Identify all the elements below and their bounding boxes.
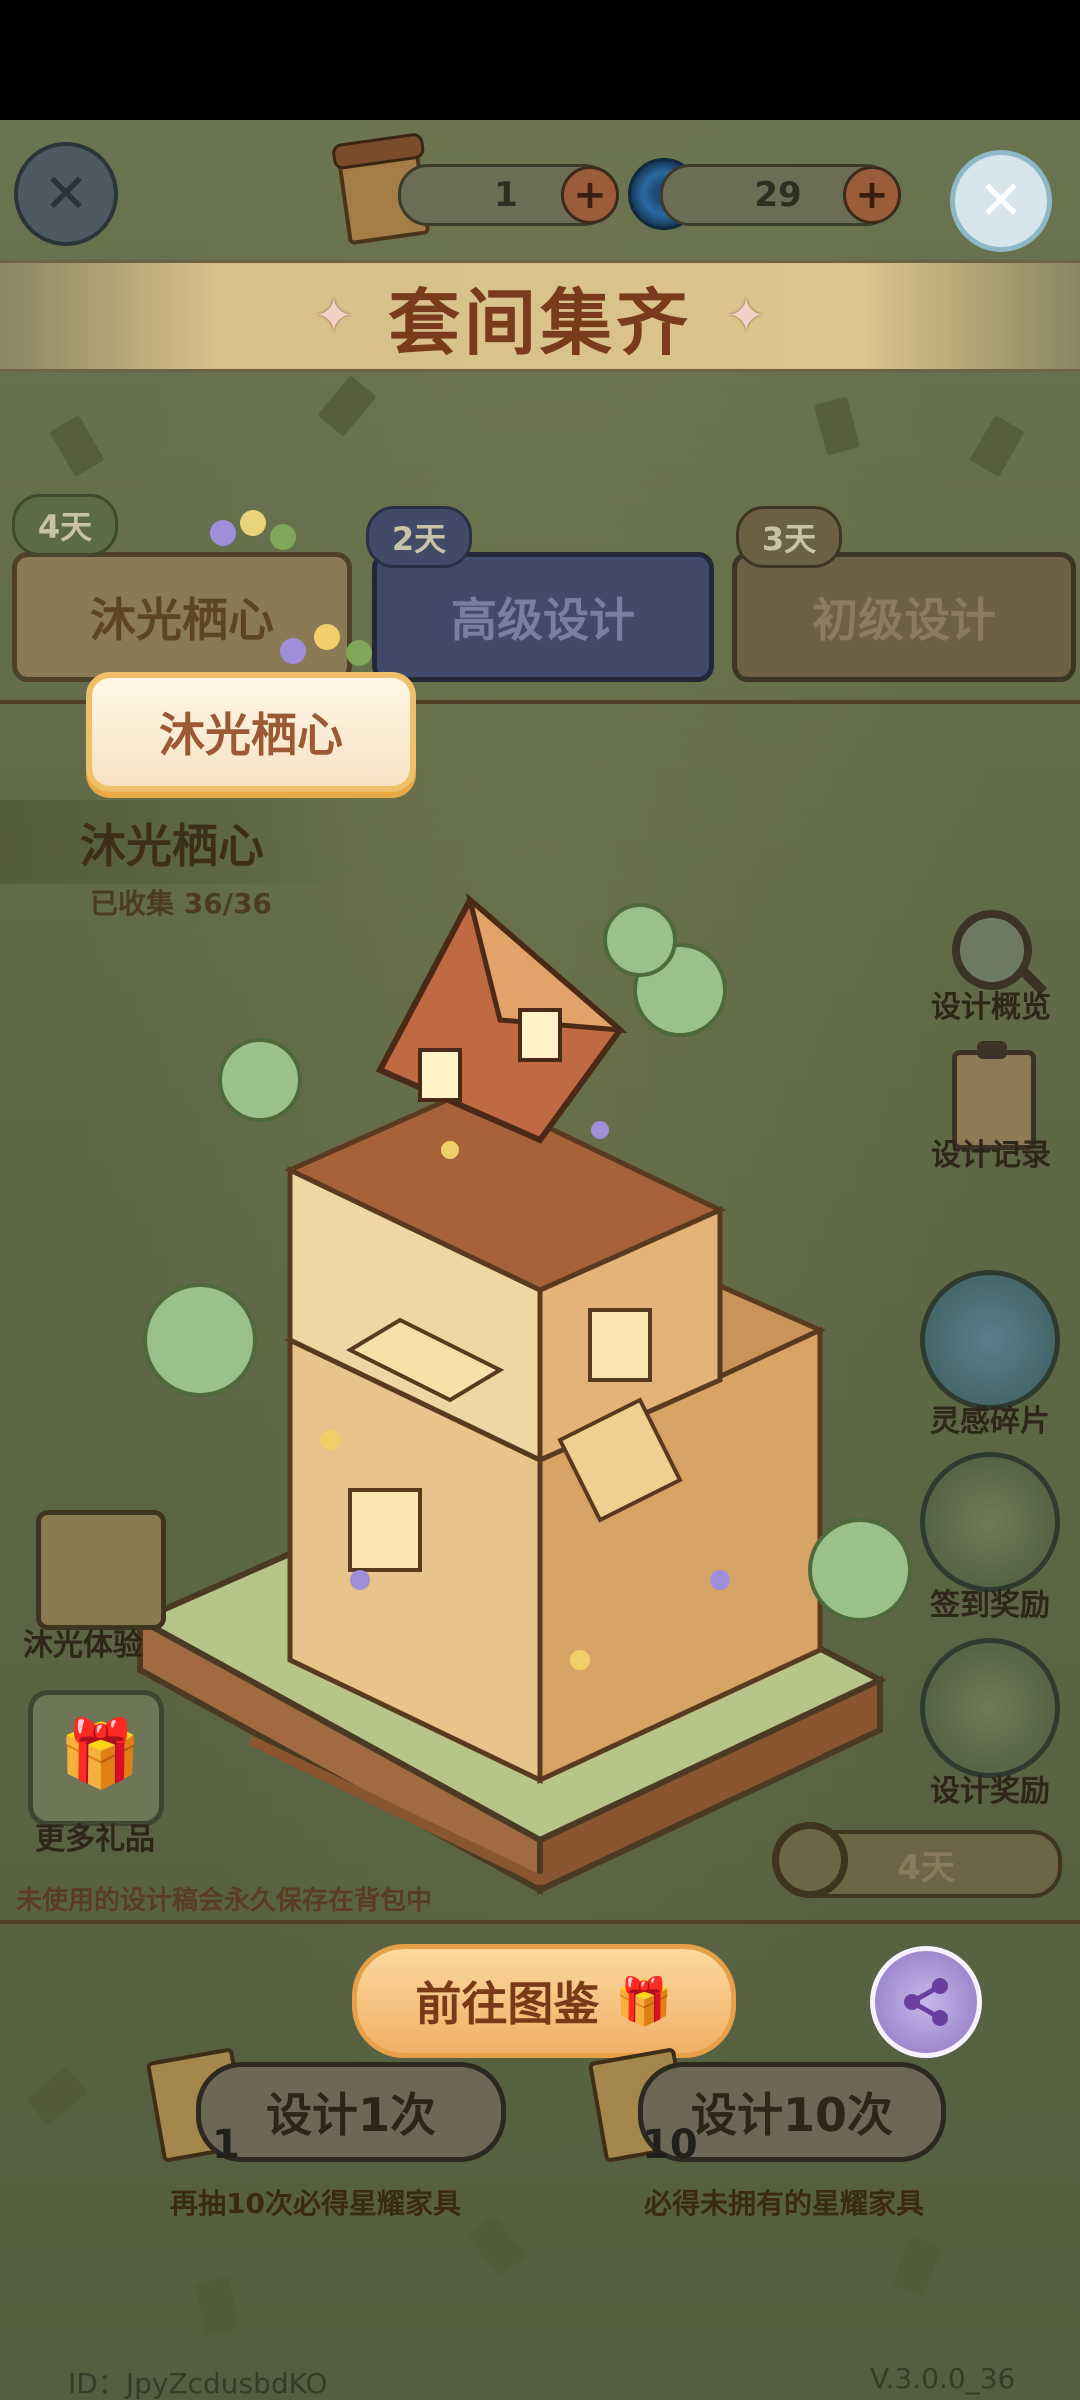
version-label: V.3.0.0_36 [870,2362,1016,2395]
design-ten-label: 设计10次 [690,2088,893,2142]
close-icon: ✕ [978,169,1024,232]
reward-icon[interactable] [920,1638,1060,1778]
set-name: 沐光栖心 [80,819,264,873]
selected-set-tag-label: 沐光栖心 [159,708,343,762]
flower-decoration [210,510,320,570]
player-id: ID：JpyZcdusbdKO [68,2367,328,2400]
share-button[interactable] [870,1946,982,2058]
add-gem-button[interactable]: + [843,166,901,224]
gift-icon: 🎁 [615,1973,673,2028]
add-ticket-button[interactable]: + [561,166,619,224]
title-banner: ✦ 套间集齐 ✦ [0,260,1080,372]
magnifier-icon[interactable] [952,910,1032,990]
storage-note: 未使用的设计稿会永久保存在背包中 [16,1886,433,1916]
calendar-icon[interactable] [920,1452,1060,1592]
goto-catalog-button[interactable]: 前往图鉴 🎁 [352,1944,736,2058]
tab-label: 沐光栖心 [90,593,274,647]
design-reward-label[interactable]: 设计奖励 [920,1766,1060,1810]
design-once-cost: 1 [212,2122,240,2168]
tab-days-badge: 3天 [736,506,842,568]
design-once-label: 设计1次 [265,2088,436,2142]
design-once-button[interactable]: 设计1次 [196,2062,506,2162]
close-button[interactable]: ✕ [950,150,1052,252]
house-illustration [133,892,912,1896]
share-icon [904,1978,948,2026]
tab-label: 高级设计 [451,593,635,647]
gem-count: 29 [754,175,802,215]
ticket-counter: 1 + [398,164,619,226]
tab-days-badge: 4天 [12,494,118,556]
gift-icon[interactable] [28,1690,164,1826]
goto-catalog-label: 前往图鉴 [415,1977,600,2031]
checkin-reward-label[interactable]: 签到奖励 [920,1580,1060,1624]
selected-set-tag: 沐光栖心 [86,672,416,792]
close-icon: ✕ [43,162,89,225]
inspiration-fragments-label[interactable]: 灵感碎片 [920,1396,1060,1440]
divider [0,1920,1080,1924]
design-once-note: 再抽10次必得星耀家具 [170,2187,461,2220]
experience-label[interactable]: 沐光体验 [8,1620,158,1664]
design-record-label[interactable]: 设计记录 [926,1130,1056,1174]
tab-basic-design[interactable]: 初级设计 [732,552,1076,682]
game-stage: ✕ 1 + 29 + ✕ ✦ 套间集齐 ✦ 沐光栖心 4天 高级设计 2天 初级… [0,120,1080,2400]
sparkle-icon: ✦ [313,288,354,344]
chest-icon[interactable] [36,1510,166,1630]
close-left-button[interactable]: ✕ [14,142,118,246]
map-fragment-icon[interactable] [920,1270,1060,1410]
design-ten-note: 必得未拥有的星耀家具 [644,2187,925,2220]
design-overview-label[interactable]: 设计概览 [926,982,1056,1026]
flower-decoration [280,624,390,684]
design-ten-cost: 10 [642,2122,698,2168]
clock-icon [772,1822,848,1898]
ticket-count: 1 [494,175,518,215]
tab-advanced-design[interactable]: 高级设计 [372,552,714,682]
sparkle-icon: ✦ [726,288,767,344]
page-title: 套间集齐 [387,280,692,365]
more-gifts-label[interactable]: 更多礼品 [20,1814,170,1858]
gem-counter: 29 + [660,164,901,226]
tab-label: 初级设计 [812,593,996,647]
tab-days-badge: 2天 [366,506,472,568]
